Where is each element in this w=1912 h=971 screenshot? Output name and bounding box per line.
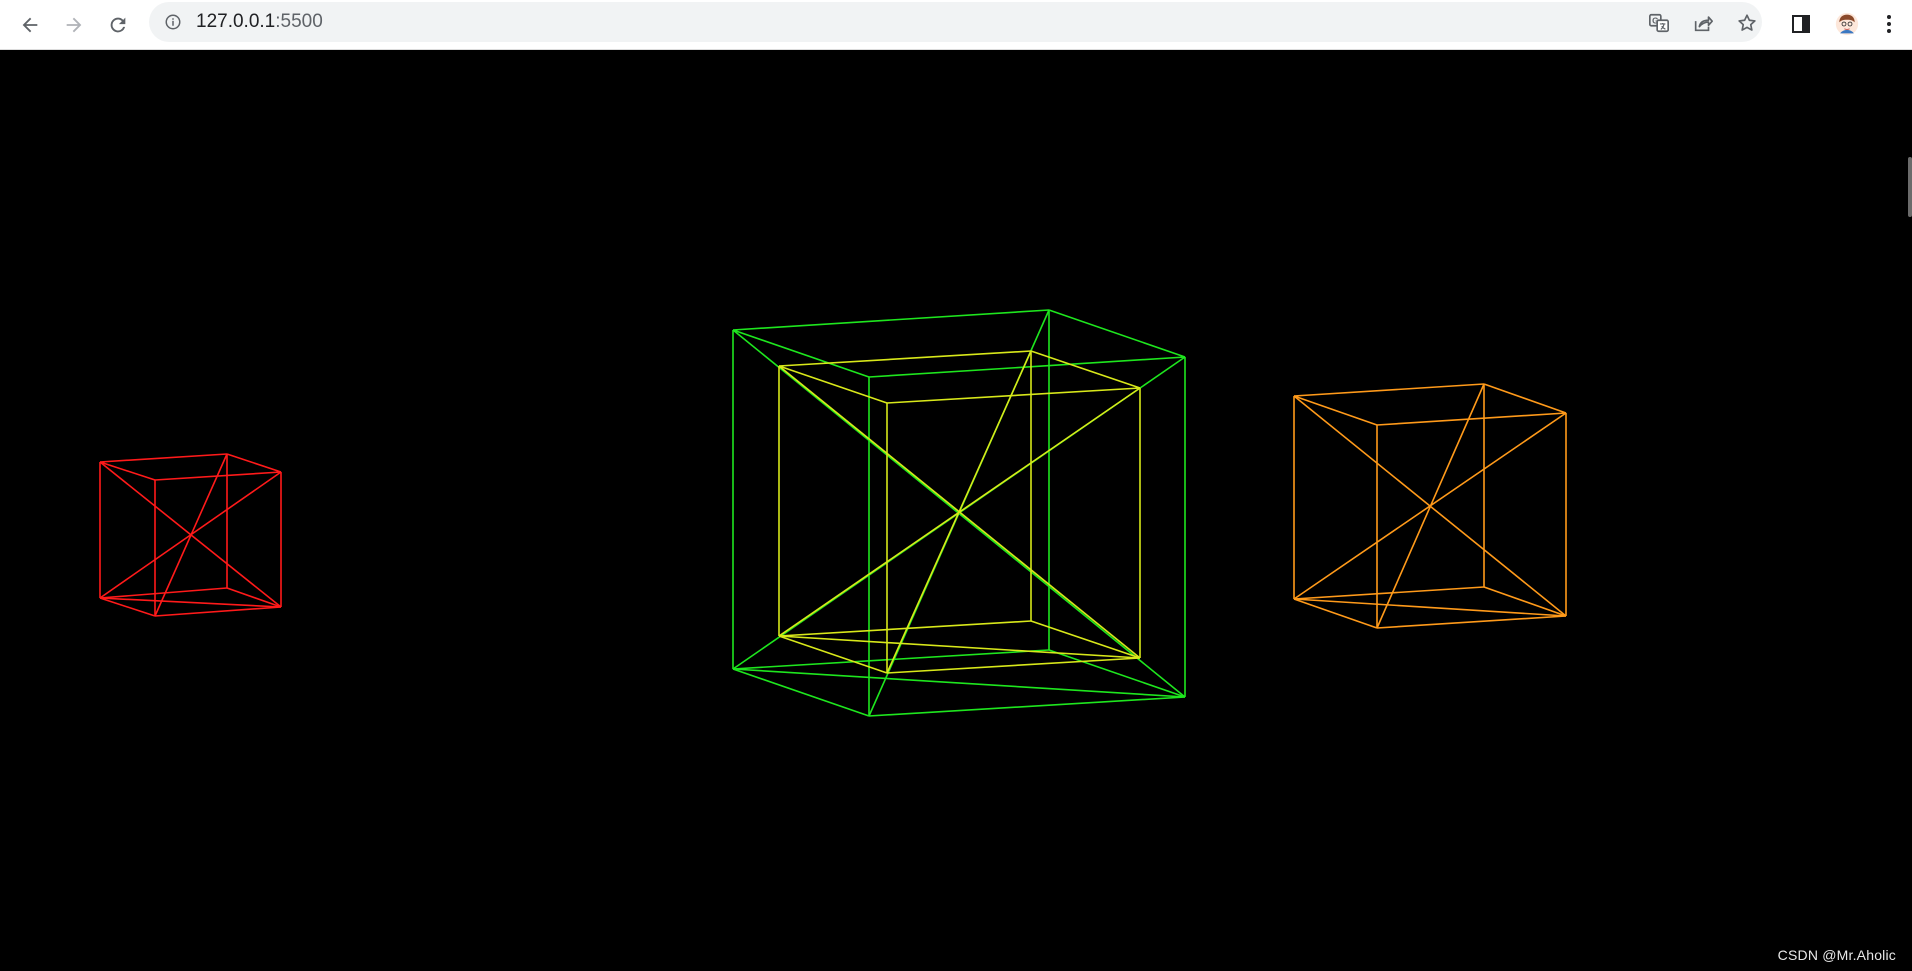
cube-edge — [732, 329, 870, 378]
url-port: :5500 — [275, 11, 323, 32]
reload-button[interactable] — [98, 5, 138, 45]
info-icon — [165, 14, 181, 30]
browser-toolbar: 127.0.0.1:5500 G — [0, 0, 1912, 50]
reload-icon — [110, 17, 126, 33]
share-icon — [1694, 16, 1713, 32]
cube-edge — [1293, 586, 1485, 600]
cube-edge — [1030, 350, 1141, 389]
cube-edge — [732, 309, 1050, 331]
profile-button[interactable] — [1830, 7, 1864, 41]
cube-edge — [99, 461, 156, 481]
side-panel-button[interactable] — [1784, 7, 1818, 41]
cube-edge — [226, 453, 282, 473]
cube-edge — [868, 696, 1186, 717]
arrow-right-icon — [66, 17, 82, 33]
scrollbar-thumb[interactable] — [1908, 157, 1912, 217]
webgl-canvas[interactable]: CSDN @Mr.Aholic — [0, 51, 1912, 971]
cube-edge — [154, 606, 282, 617]
bookmark-button[interactable] — [1734, 10, 1760, 36]
yellow-cube — [778, 350, 1141, 674]
cube-edge — [1376, 615, 1567, 629]
avatar-icon — [1835, 12, 1859, 36]
orange-cube — [1293, 383, 1567, 629]
cube-scene — [99, 309, 1567, 717]
arrow-left-icon — [22, 17, 38, 33]
back-button[interactable] — [10, 5, 50, 45]
url-host: 127.0.0.1 — [196, 11, 276, 32]
cube-edge — [1293, 383, 1485, 397]
address-bar[interactable]: 127.0.0.1:5500 G — [149, 2, 1762, 42]
cube-edge — [1376, 412, 1567, 426]
url-text[interactable]: 127.0.0.1:5500 — [196, 11, 323, 33]
cube-edge — [99, 453, 228, 463]
cube-edge — [886, 657, 1141, 674]
forward-button[interactable] — [54, 5, 94, 45]
cube-edge — [1376, 383, 1485, 629]
site-info-button[interactable] — [163, 12, 183, 32]
cube-edge — [1048, 309, 1186, 358]
translate-button[interactable]: G — [1646, 10, 1672, 36]
kebab-menu-icon — [1887, 15, 1891, 33]
share-button[interactable] — [1690, 10, 1716, 36]
watermark: CSDN @Mr.Aholic — [1777, 947, 1896, 963]
cube-edge — [778, 365, 888, 404]
red-cube — [99, 453, 282, 617]
menu-button[interactable] — [1872, 7, 1906, 41]
translate-icon: G — [1649, 13, 1669, 33]
cube-edge — [99, 597, 282, 608]
star-icon — [1738, 14, 1756, 31]
cube-edge — [1293, 395, 1378, 426]
side-panel-icon — [1792, 15, 1810, 33]
cube-edge — [1483, 383, 1567, 414]
